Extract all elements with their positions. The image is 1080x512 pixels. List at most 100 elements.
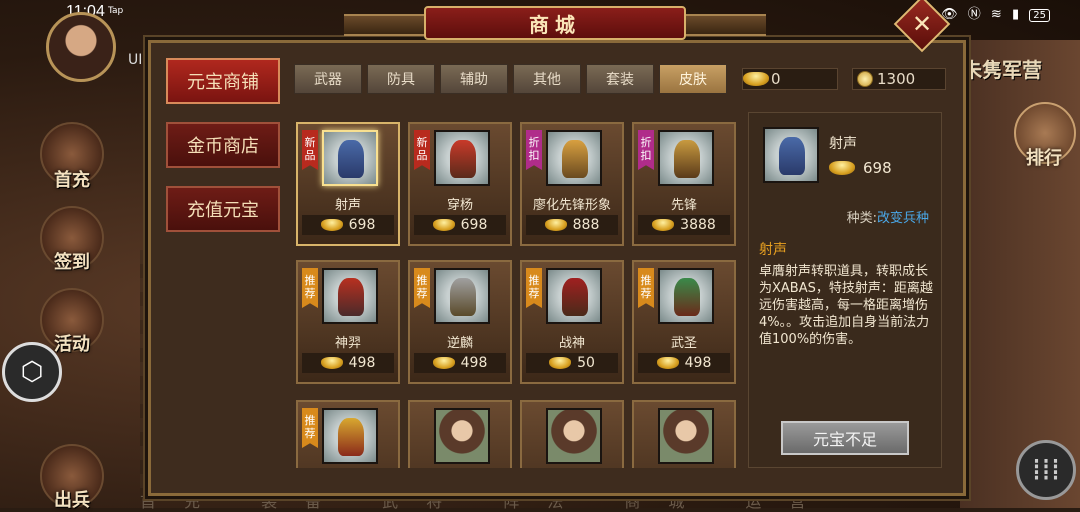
item-price: 698 bbox=[414, 215, 506, 235]
item-card[interactable]: 推荐武圣 498 bbox=[632, 260, 736, 384]
detail-type: 种类:改变兵种 bbox=[847, 207, 929, 226]
avatar-tag: UI bbox=[128, 52, 143, 68]
signal-icon: ▮ bbox=[1011, 7, 1023, 22]
wifi-icon: ≋ bbox=[990, 7, 1005, 22]
ingot-icon bbox=[829, 161, 855, 175]
item-portrait bbox=[434, 268, 490, 324]
item-card[interactable]: 推荐逆麟 498 bbox=[408, 260, 512, 384]
item-name: 神羿 bbox=[334, 336, 361, 351]
tab-set[interactable]: 套装 bbox=[586, 64, 654, 94]
tab-ingot-shop[interactable]: 元宝商铺 bbox=[166, 58, 280, 104]
ingot-amount: 0 bbox=[771, 70, 781, 88]
item-price: 888 bbox=[526, 215, 618, 235]
item-portrait bbox=[434, 408, 490, 464]
item-price: 498 bbox=[414, 353, 506, 373]
tab-other[interactable]: 其他 bbox=[513, 64, 581, 94]
item-portrait bbox=[658, 268, 714, 324]
tab-recharge[interactable]: 充值元宝 bbox=[166, 186, 280, 232]
item-card[interactable]: 新品射声 698 bbox=[296, 122, 400, 246]
tab-armor[interactable]: 防具 bbox=[367, 64, 435, 94]
close-icon[interactable]: ✕ bbox=[902, 4, 942, 44]
item-price: 698 bbox=[302, 215, 394, 235]
item-badge: 新品 bbox=[414, 130, 430, 170]
title-wing-left bbox=[344, 14, 424, 36]
item-badge: 新品 bbox=[302, 130, 318, 170]
detail-description: 卓膺射声转职道具，转职成长为XABAS，特技射声：距离越远伤害越高，每一格距离增… bbox=[759, 264, 933, 347]
item-name: 武圣 bbox=[670, 336, 697, 351]
item-card[interactable]: 折扣廖化先锋形象 888 bbox=[520, 122, 624, 246]
system-icons: 👁 Ⓝ ≋ ▮ 25 bbox=[941, 3, 1050, 22]
item-portrait bbox=[546, 408, 602, 464]
detail-type-label: 种类: bbox=[846, 211, 877, 226]
side-label-first-charge: 首充 bbox=[54, 170, 90, 191]
item-card[interactable] bbox=[408, 400, 512, 468]
item-portrait bbox=[546, 268, 602, 324]
status-tap: Tap bbox=[108, 6, 124, 16]
tab-skin[interactable]: 皮肤 bbox=[659, 64, 727, 94]
title-wing-right bbox=[686, 14, 766, 36]
coin-icon bbox=[857, 71, 873, 87]
side-label-dispatch: 出兵 bbox=[54, 490, 90, 511]
battery-icon: 25 bbox=[1029, 9, 1050, 22]
item-grid: 新品射声 698 新品穿杨 698 折扣廖化先锋形象 888 折扣先锋 3888 推荐神羿 498… bbox=[296, 112, 740, 468]
item-card[interactable]: 推荐神羿 498 bbox=[296, 260, 400, 384]
item-price: 498 bbox=[302, 353, 394, 373]
item-sprite bbox=[338, 278, 364, 316]
item-card[interactable]: 新品穿杨 698 bbox=[408, 122, 512, 246]
nfc-icon: Ⓝ bbox=[967, 7, 984, 22]
item-card[interactable] bbox=[520, 400, 624, 468]
item-price-value: 3888 bbox=[680, 217, 716, 233]
detail-sprite bbox=[779, 137, 805, 175]
item-name: 战神 bbox=[558, 336, 585, 351]
item-sprite bbox=[674, 278, 700, 316]
buy-button[interactable]: 元宝不足 bbox=[781, 421, 909, 455]
ingot-icon bbox=[432, 357, 455, 369]
item-card[interactable]: 推荐战神 50 bbox=[520, 260, 624, 384]
item-sprite bbox=[562, 140, 588, 178]
item-price-value: 498 bbox=[348, 355, 376, 371]
detail-type-value[interactable]: 改变兵种 bbox=[877, 211, 929, 226]
ingot-icon bbox=[656, 357, 679, 369]
menu-icon[interactable]: ⁞⁞⁞ bbox=[1016, 440, 1076, 500]
item-sprite bbox=[450, 278, 476, 316]
item-sprite bbox=[450, 140, 476, 178]
item-badge: 推荐 bbox=[302, 408, 318, 448]
player-avatar[interactable] bbox=[46, 12, 116, 82]
item-price: 50 bbox=[526, 353, 618, 373]
item-card[interactable]: 推荐 bbox=[296, 400, 400, 468]
item-name: 廖化先锋形象 bbox=[532, 198, 611, 213]
item-portrait bbox=[658, 408, 714, 464]
detail-price-value: 698 bbox=[863, 159, 892, 177]
item-badge: 推荐 bbox=[638, 268, 654, 308]
item-name: 射声 bbox=[334, 198, 361, 213]
item-sprite bbox=[562, 278, 588, 316]
item-card[interactable]: 折扣先锋 3888 bbox=[632, 122, 736, 246]
tab-weapon[interactable]: 武器 bbox=[294, 64, 362, 94]
item-card[interactable] bbox=[632, 400, 736, 468]
item-price-value: 888 bbox=[572, 217, 600, 233]
tab-support[interactable]: 辅助 bbox=[440, 64, 508, 94]
page-title: 商城 bbox=[424, 6, 686, 40]
tab-gold-shop[interactable]: 金币商店 bbox=[166, 122, 280, 168]
item-badge: 推荐 bbox=[526, 268, 542, 308]
item-portrait bbox=[434, 130, 490, 186]
coin-balance: 1300 bbox=[852, 68, 946, 90]
detail-title: 射声 bbox=[759, 242, 787, 258]
item-badge: 折扣 bbox=[638, 130, 654, 170]
item-price-value: 498 bbox=[684, 355, 712, 371]
cube-icon[interactable]: ⬡ bbox=[2, 342, 62, 402]
detail-panel: 射声 698 种类:改变兵种 射声 卓膺射声转职道具，转职成长为XABAS，特技… bbox=[748, 112, 942, 468]
item-name: 先锋 bbox=[670, 198, 697, 213]
rank-label: 排行 bbox=[1026, 148, 1062, 169]
item-portrait bbox=[322, 130, 378, 186]
item-sprite bbox=[338, 418, 364, 456]
item-badge: 推荐 bbox=[302, 268, 318, 308]
item-portrait bbox=[322, 268, 378, 324]
item-name: 穿杨 bbox=[446, 198, 473, 213]
item-portrait bbox=[546, 130, 602, 186]
ingot-balance: 0 bbox=[742, 68, 838, 90]
ingot-icon bbox=[544, 219, 567, 231]
item-badge: 折扣 bbox=[526, 130, 542, 170]
side-label-activity: 活动 bbox=[54, 334, 90, 355]
item-name: 逆麟 bbox=[446, 336, 473, 351]
